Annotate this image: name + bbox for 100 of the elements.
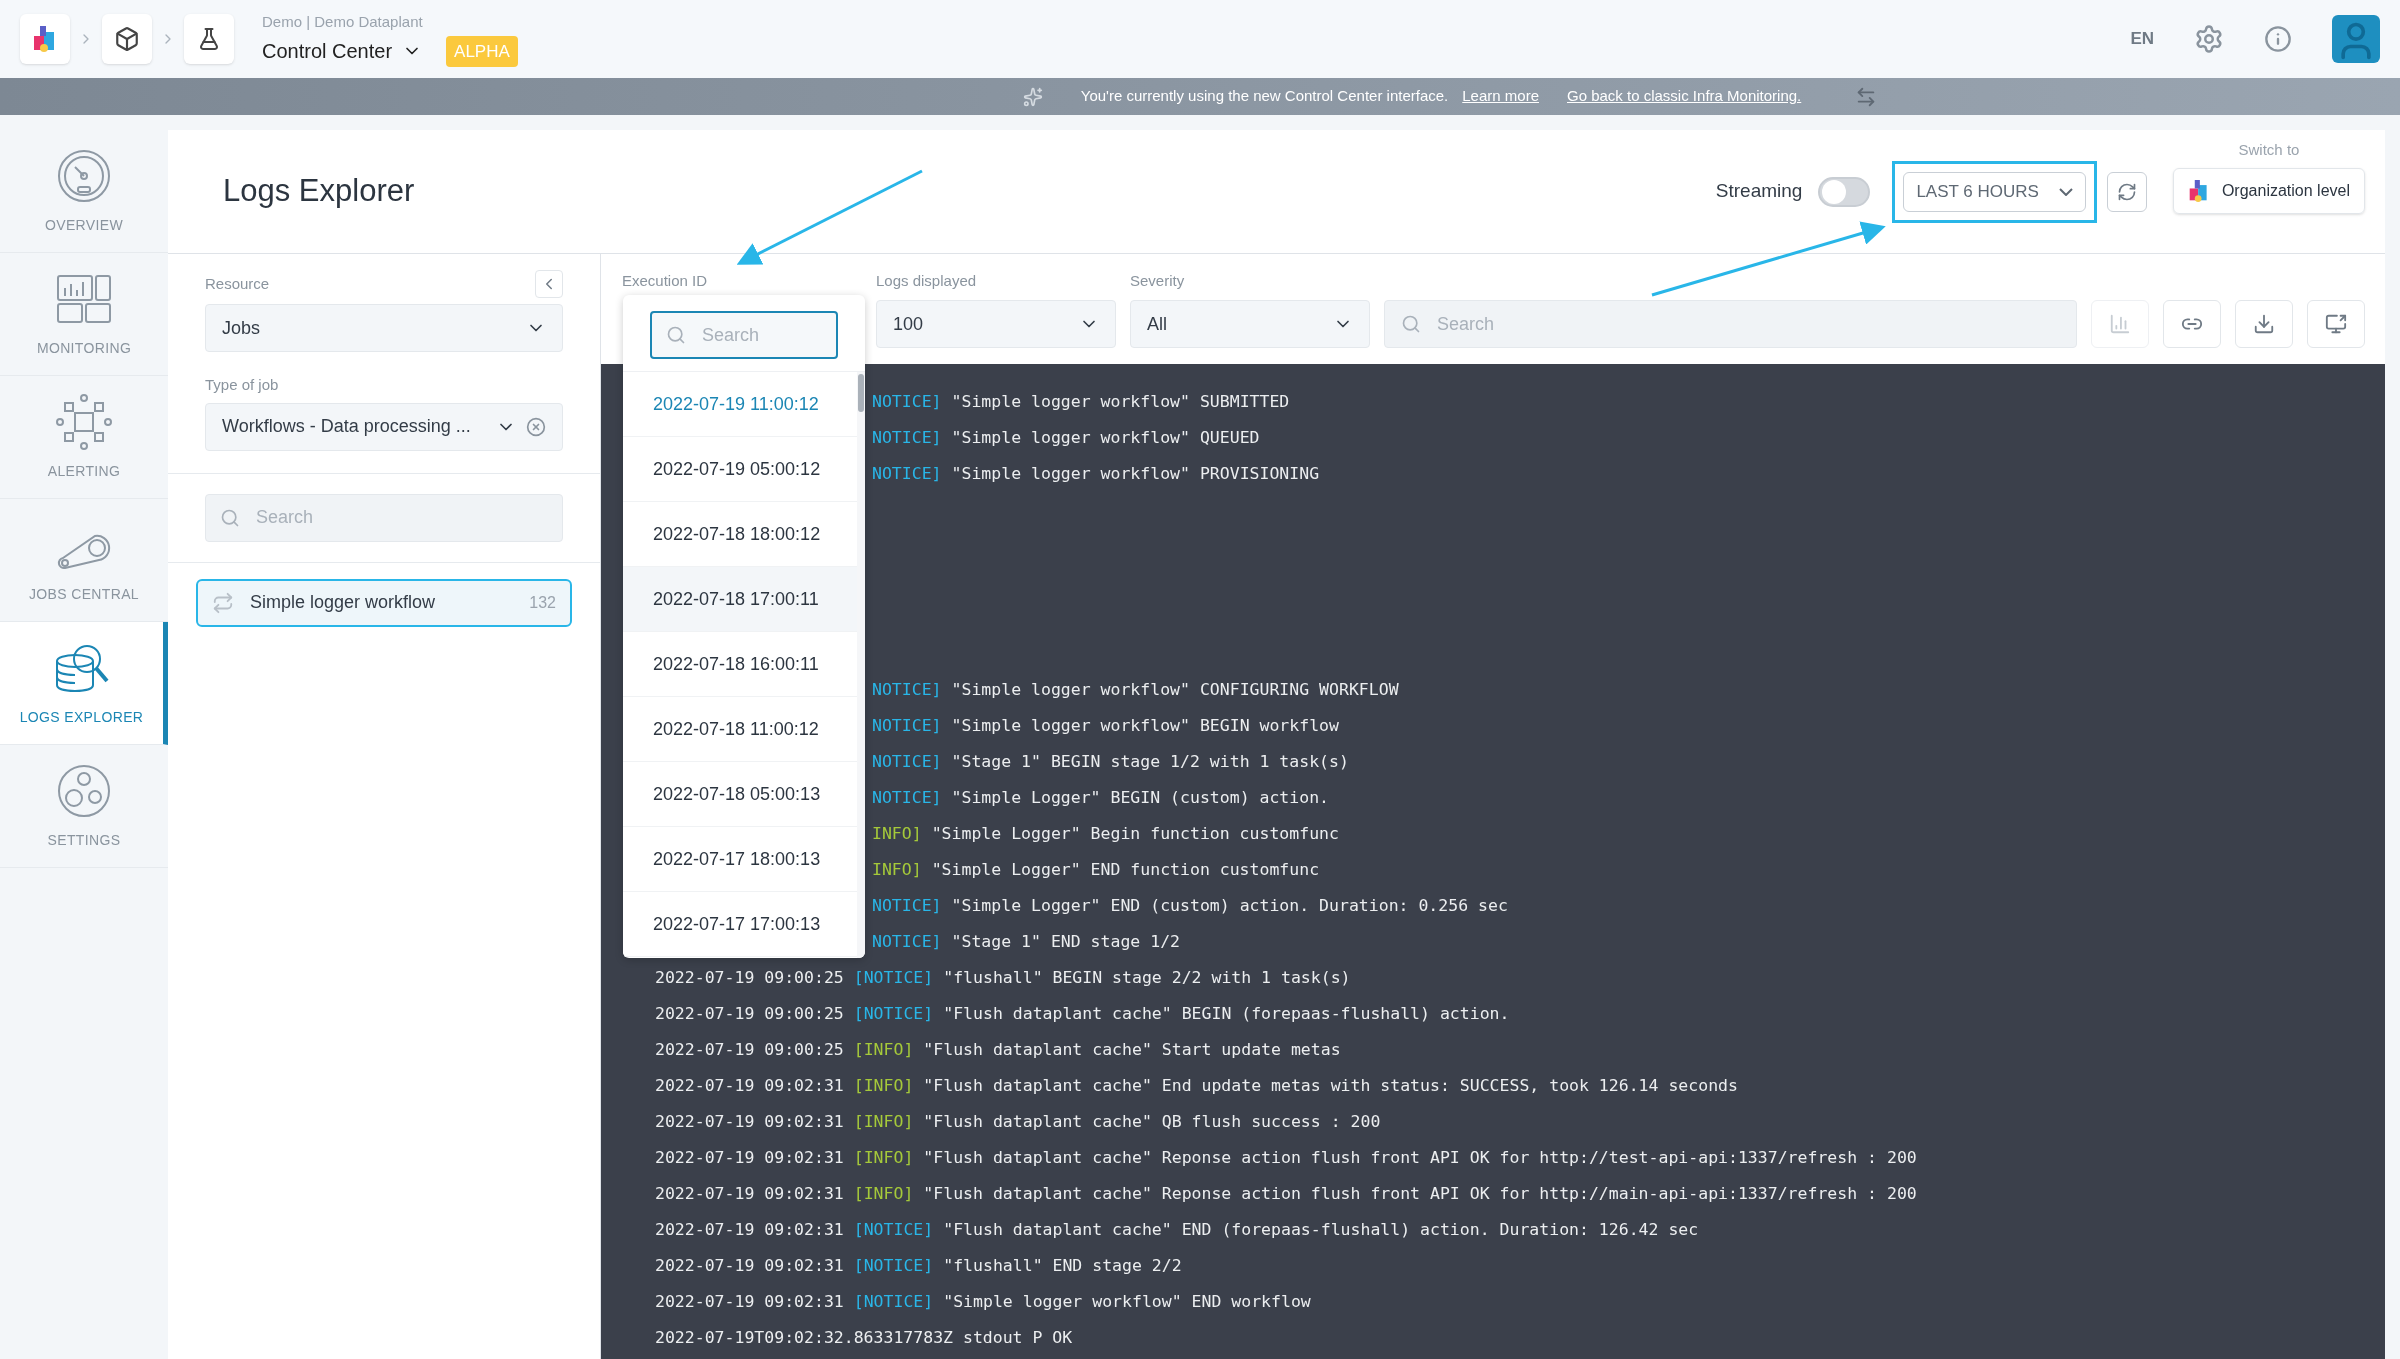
crumb-tile[interactable] xyxy=(184,14,234,64)
log-message: "Simple logger workflow" QUEUED xyxy=(951,427,1260,449)
collapse-button[interactable] xyxy=(535,270,563,298)
organization-level-button[interactable]: Organization level xyxy=(2172,167,2365,214)
refresh-icon xyxy=(2116,181,2137,202)
type-label: Type of job xyxy=(205,375,280,395)
logs-displayed-select[interactable]: 100 xyxy=(876,300,1116,348)
log-level: [INFO] xyxy=(853,1075,914,1097)
execution-option[interactable]: 2022-07-19 05:00:12 xyxy=(623,437,857,502)
execution-option[interactable]: 2022-07-18 11:00:12 xyxy=(623,697,857,762)
search-icon xyxy=(666,325,686,345)
logs-displayed-label: Logs displayed xyxy=(876,270,978,291)
log-message: "Flush dataplant cache" BEGIN (forepaas-flushall) action. xyxy=(943,1003,1510,1025)
log-level: [INFO] xyxy=(853,1147,914,1169)
cube-icon xyxy=(114,26,140,52)
log-level: NOTICE] xyxy=(872,787,942,809)
crumb-tile[interactable] xyxy=(102,14,152,64)
bar-chart-icon xyxy=(2109,313,2131,335)
log-message: "Simple logger workflow" END workflow xyxy=(943,1291,1311,1313)
log-message: "Simple logger workflow" CONFIGURING WORKFLOW xyxy=(951,679,1399,701)
resource-label: Resource xyxy=(205,273,270,294)
sparkles-icon xyxy=(1022,86,1043,107)
time-range-select[interactable]: LAST 6 HOURS xyxy=(1903,171,2086,212)
log-level: NOTICE] xyxy=(872,931,942,953)
log-timestamp: 2022-07-19 09:00:25 xyxy=(655,967,844,989)
log-level: INFO] xyxy=(872,859,922,881)
flask-icon xyxy=(197,27,221,51)
streaming-toggle[interactable] xyxy=(1818,176,1871,207)
link-button[interactable] xyxy=(2163,300,2221,348)
grid-icon xyxy=(55,392,113,451)
log-message: "Simple logger workflow" PROVISIONING xyxy=(951,463,1320,485)
log-timestamp: 2022-07-19 09:02:31 xyxy=(655,1075,844,1097)
resource-select[interactable]: Jobs xyxy=(205,304,563,352)
blocks-logo-icon xyxy=(2187,177,2210,204)
search-icon xyxy=(1401,314,1421,334)
log-message: "flushall" BEGIN stage 2/2 with 1 task(s) xyxy=(943,967,1351,989)
log-level: NOTICE] xyxy=(872,391,942,413)
execution-option[interactable]: 2022-07-18 17:00:11 xyxy=(623,567,857,632)
expand-button[interactable] xyxy=(2307,300,2365,348)
log-line: 2022-07-19T09:02:32.863317783Z stdout P OK xyxy=(655,1327,1074,1349)
search-icon xyxy=(220,507,240,528)
workflow-icon xyxy=(212,591,234,614)
log-level: [NOTICE] xyxy=(853,1219,934,1241)
type-select[interactable]: Workflows - Data processing ... xyxy=(205,402,563,451)
log-message: "Flush dataplant cache" Start update metas xyxy=(923,1039,1341,1061)
log-message: "Simple logger workflow" SUBMITTED xyxy=(951,391,1290,413)
clear-icon[interactable] xyxy=(526,416,546,437)
log-level: NOTICE] xyxy=(872,427,942,449)
log-message: "Stage 1" END stage 1/2 xyxy=(951,931,1181,953)
refresh-button[interactable] xyxy=(2106,171,2147,212)
log-timestamp: 2022-07-19 09:02:31 xyxy=(655,1147,844,1169)
log-level: [INFO] xyxy=(853,1039,914,1061)
severity-select[interactable]: All xyxy=(1130,300,1370,348)
nav-item[interactable]: LOGS EXPLORER xyxy=(0,622,168,745)
log-timestamp: 2022-07-19 09:00:25 xyxy=(655,1039,844,1061)
screen-expand-icon xyxy=(2325,313,2347,335)
info-icon[interactable] xyxy=(2264,25,2292,53)
execution-option[interactable]: 2022-07-17 18:00:13 xyxy=(623,827,857,892)
app-switcher[interactable]: Control Center xyxy=(262,36,423,67)
log-timestamp: 2022-07-19 09:02:31 xyxy=(655,1183,844,1205)
execution-option[interactable]: 2022-07-17 17:00:13 xyxy=(623,892,857,957)
settings-icon[interactable] xyxy=(2194,24,2224,54)
severity-label: Severity xyxy=(1130,270,1186,291)
log-message: "Stage 1" BEGIN stage 1/2 with 1 task(s) xyxy=(951,751,1349,773)
job-list-item[interactable]: Simple logger workflow 132 xyxy=(196,578,572,627)
log-level: [INFO] xyxy=(853,1111,914,1133)
log-message: "Simple Logger" END (custom) action. Duration: 0.256 sec xyxy=(951,895,1508,917)
execution-option[interactable]: 2022-07-18 16:00:11 xyxy=(623,632,857,697)
download-button[interactable] xyxy=(2235,300,2293,348)
alpha-badge: ALPHA xyxy=(446,35,518,67)
log-message: "Flush dataplant cache" END (forepaas-flushall) action. Duration: 126.42 sec xyxy=(943,1219,1699,1241)
execution-option[interactable]: 2022-07-18 18:00:12 xyxy=(623,502,857,567)
log-timestamp: 2022-07-19 09:02:31 xyxy=(655,1255,844,1277)
logo-tile[interactable] xyxy=(20,14,70,64)
log-level: INFO] xyxy=(872,823,922,845)
scrollbar-thumb[interactable] xyxy=(858,374,864,412)
log-level: [NOTICE] xyxy=(853,1291,934,1313)
log-message: "Flush dataplant cache" Reponse action flush front API OK for http://test-api-api:1337/refresh : 200 xyxy=(923,1147,1917,1169)
language-button[interactable]: EN xyxy=(2130,26,2154,52)
log-timestamp: 2022-07-19 09:02:31 xyxy=(655,1111,844,1133)
log-timestamp: 2022-07-19 09:02:31 xyxy=(655,1219,844,1241)
avatar[interactable] xyxy=(2332,15,2380,63)
breadcrumb-text: Demo | Demo Dataplant xyxy=(262,12,424,32)
log-message: "Flush dataplant cache" End update metas with status: SUCCESS, took 126.14 seconds xyxy=(923,1075,1738,1097)
log-message: "Simple Logger" BEGIN (custom) action. xyxy=(951,787,1330,809)
log-level: [NOTICE] xyxy=(853,1255,934,1277)
execution-id-label: Execution ID xyxy=(622,270,709,291)
log-level: [INFO] xyxy=(853,1183,914,1205)
log-level: NOTICE] xyxy=(872,715,942,737)
execution-option[interactable]: 2022-07-19 11:00:12 xyxy=(623,372,857,437)
download-icon xyxy=(2253,313,2275,335)
log-message: "Simple Logger" END function customfunc xyxy=(931,859,1320,881)
log-level: NOTICE] xyxy=(872,679,942,701)
log-level: NOTICE] xyxy=(872,895,942,917)
execution-option[interactable]: 2022-07-18 05:00:13 xyxy=(623,762,857,827)
log-message: "Simple Logger" Begin function customfunc xyxy=(931,823,1339,845)
page-title: Logs Explorer xyxy=(223,172,415,211)
histogram-button[interactable] xyxy=(2091,300,2149,348)
banner-message: You're currently using the new Control Center interface. xyxy=(1080,86,1449,107)
log-message: "flushall" END stage 2/2 xyxy=(943,1255,1182,1277)
